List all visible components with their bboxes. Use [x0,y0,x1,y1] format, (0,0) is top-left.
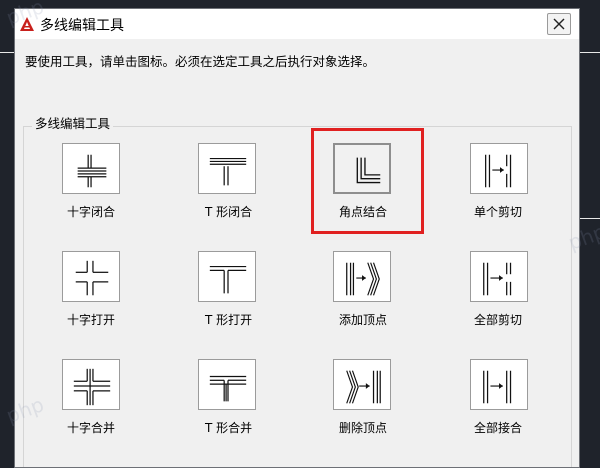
tee-merged-icon [209,375,247,402]
close-icon [553,18,565,30]
tool-weld-all-label: 全部接合 [474,421,523,435]
tool-add-vertex-label: 添加顶点 [339,313,388,327]
tool-cut-single-label: 单个剪切 [474,205,523,219]
cross-merged-icon [73,368,111,406]
tee-open-icon [209,265,247,294]
cross-open-icon [75,260,109,296]
tool-cross-open-label: 十字打开 [67,313,116,327]
tool-tee-closed[interactable] [198,143,258,196]
tool-cross-merged[interactable] [62,359,122,412]
tool-cut-single-button[interactable] [470,143,528,194]
autocad-logo-icon [20,17,34,31]
tool-add-vertex-button[interactable] [333,251,391,302]
tool-add-vertex[interactable] [333,251,393,304]
weld-all-icon [483,370,512,404]
tool-cross-merged-button[interactable] [62,359,120,410]
selection-highlight-box [311,128,424,234]
tool-tee-open-label: T 形打开 [205,313,253,327]
delete-vertex-icon [346,370,381,404]
tool-delete-vertex-label: 删除顶点 [339,421,388,435]
title-bar: 多线编辑工具 [15,9,579,39]
tool-delete-vertex[interactable] [333,359,393,412]
tool-cross-closed-label: 十字闭合 [67,205,116,219]
tools-group-label: 多线编辑工具 [32,113,114,132]
drawing-line-right [580,52,600,53]
cross-closed-icon [77,154,107,188]
tool-weld-all[interactable] [470,359,530,412]
tool-cut-all-label: 全部剪切 [474,313,523,327]
tool-cross-closed[interactable] [62,143,122,196]
tool-cross-open[interactable] [62,251,122,304]
tool-cross-closed-button[interactable] [62,143,120,194]
drawing-line-right-lower [580,218,600,219]
tool-tee-merged-label: T 形合并 [205,421,253,435]
drawing-line-top [0,52,14,53]
tool-delete-vertex-button[interactable] [333,359,391,410]
tool-cross-open-button[interactable] [62,251,120,302]
cut-single-icon [485,154,512,188]
tool-tee-merged[interactable] [198,359,258,412]
tool-tee-open-button[interactable] [198,251,256,302]
tool-cut-all-button[interactable] [470,251,528,302]
tool-tee-closed-label: T 形闭合 [205,205,253,219]
tool-cut-all[interactable] [470,251,530,304]
cut-all-icon [483,262,512,296]
instruction-text: 要使用工具，请单击图标。必须在选定工具之后执行对象选择。 [25,54,376,69]
multiline-edit-dialog: 多线编辑工具 要使用工具，请单击图标。必须在选定工具之后执行对象选择。 多线编辑… [14,8,580,468]
dialog-title: 多线编辑工具 [40,18,124,34]
tool-cross-merged-label: 十字合并 [67,421,116,435]
add-vertex-icon [346,262,380,296]
tool-tee-open[interactable] [198,251,258,304]
tool-weld-all-button[interactable] [470,359,528,410]
close-button[interactable] [547,13,571,35]
tool-cut-single[interactable] [470,143,530,196]
tool-tee-merged-button[interactable] [198,359,256,410]
tool-tee-closed-button[interactable] [198,143,256,194]
tee-closed-icon [209,157,247,186]
